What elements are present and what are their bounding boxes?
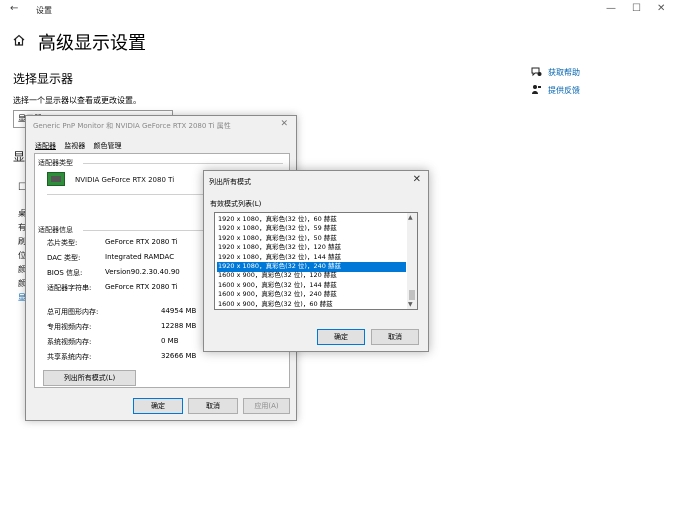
info-key: 芯片类型: [47, 239, 78, 247]
info-value: GeForce RTX 2080 Ti [105, 283, 178, 291]
maximize-icon[interactable]: ☐ [632, 3, 641, 14]
ok-button[interactable]: 确定 [133, 398, 183, 414]
memory-key: 系统视频内存: [47, 338, 92, 346]
mode-list-item[interactable]: 1920 x 1080，真彩色(32 位)，59 赫兹 [217, 224, 406, 234]
tab-adapter[interactable]: 适配器 [34, 141, 57, 151]
back-arrow-icon[interactable]: ← [10, 3, 18, 14]
home-icon[interactable] [12, 33, 26, 47]
scroll-up-icon[interactable]: ▲ [408, 214, 413, 221]
page-title: 高级显示设置 [38, 33, 146, 54]
memory-value: 32666 MB [161, 352, 197, 360]
graphics-card-icon [47, 172, 65, 186]
adapter-name: NVIDIA GeForce RTX 2080 Ti [75, 176, 175, 184]
info-key: BIOS 信息: [47, 269, 83, 277]
give-feedback-link[interactable]: 提供反馈 [548, 85, 580, 96]
dialog-title: Generic PnP Monitor 和 NVIDIA GeForce RTX… [33, 122, 231, 130]
mode-list-item[interactable]: 1600 x 900，真彩色(32 位)，120 赫兹 [217, 271, 406, 281]
mode-list-item[interactable]: 1600 x 900，真彩色(32 位)，144 赫兹 [217, 281, 406, 291]
app-title: 设置 [36, 6, 52, 15]
apply-button: 应用(A) [243, 398, 290, 414]
scrollbar[interactable]: ▲ ▼ [407, 213, 417, 309]
cancel-button[interactable]: 取消 [371, 329, 419, 345]
tab-color-management[interactable]: 颜色管理 [92, 141, 122, 151]
info-value: GeForce RTX 2080 Ti [105, 238, 178, 246]
memory-key: 总可用图形内存: [47, 308, 99, 316]
mode-list-item[interactable]: 1600 x 900，真彩色(32 位)，240 赫兹 [217, 290, 406, 300]
info-key: DAC 类型: [47, 254, 81, 262]
mode-list-item[interactable]: 1920 x 1080，真彩色(32 位)，120 赫兹 [217, 243, 406, 253]
memory-value: 0 MB [161, 337, 179, 345]
memory-key: 共享系统内存: [47, 353, 92, 361]
valid-modes-label: 有效模式列表(L) [210, 200, 262, 208]
scroll-down-icon[interactable]: ▼ [408, 301, 413, 308]
dialog-title: 列出所有模式 [209, 178, 251, 186]
mode-list-item[interactable]: 1920 x 1080，真彩色(32 位)，144 赫兹 [217, 253, 406, 263]
close-icon[interactable]: ✕ [413, 174, 421, 185]
adapter-type-label: 适配器类型 [38, 159, 73, 167]
memory-key: 专用视频内存: [47, 323, 92, 331]
tab-bar: 适配器 监视器 颜色管理 [34, 141, 126, 153]
get-help-link[interactable]: 获取帮助 [548, 67, 580, 78]
info-value: Version90.2.30.40.90 [105, 268, 180, 276]
get-help-icon [531, 67, 542, 77]
feedback-icon [532, 85, 541, 94]
list-all-modes-button[interactable]: 列出所有模式(L) [43, 370, 136, 386]
select-display-heading: 选择显示器 [13, 72, 74, 86]
tab-monitor[interactable]: 监视器 [63, 141, 86, 151]
close-icon[interactable]: ✕ [280, 119, 288, 129]
divider [83, 163, 283, 164]
info-key: 适配器字符串: [47, 284, 92, 292]
memory-value: 44954 MB [161, 307, 197, 315]
mode-list-item[interactable]: 1600 x 900，真彩色(32 位)，60 赫兹 [217, 300, 406, 309]
select-display-description: 选择一个显示器以查看或更改设置。 [13, 96, 141, 105]
scroll-thumb[interactable] [409, 290, 415, 300]
close-window-icon[interactable]: ✕ [657, 3, 665, 14]
cancel-button[interactable]: 取消 [188, 398, 238, 414]
adapter-info-label: 适配器信息 [38, 226, 73, 234]
minimize-icon[interactable]: — [606, 3, 616, 14]
memory-value: 12288 MB [161, 322, 197, 330]
ok-button[interactable]: 确定 [317, 329, 365, 345]
mode-list-item[interactable]: 1920 x 1080，真彩色(32 位)，50 赫兹 [217, 234, 406, 244]
modes-listbox[interactable]: 1920 x 1080，真彩色(32 位)，60 赫兹 1920 x 1080，真… [214, 212, 418, 310]
info-value: Integrated RAMDAC [105, 253, 175, 261]
list-all-modes-dialog: 列出所有模式 ✕ 有效模式列表(L) 1920 x 1080，真彩色(32 位)… [203, 170, 429, 352]
